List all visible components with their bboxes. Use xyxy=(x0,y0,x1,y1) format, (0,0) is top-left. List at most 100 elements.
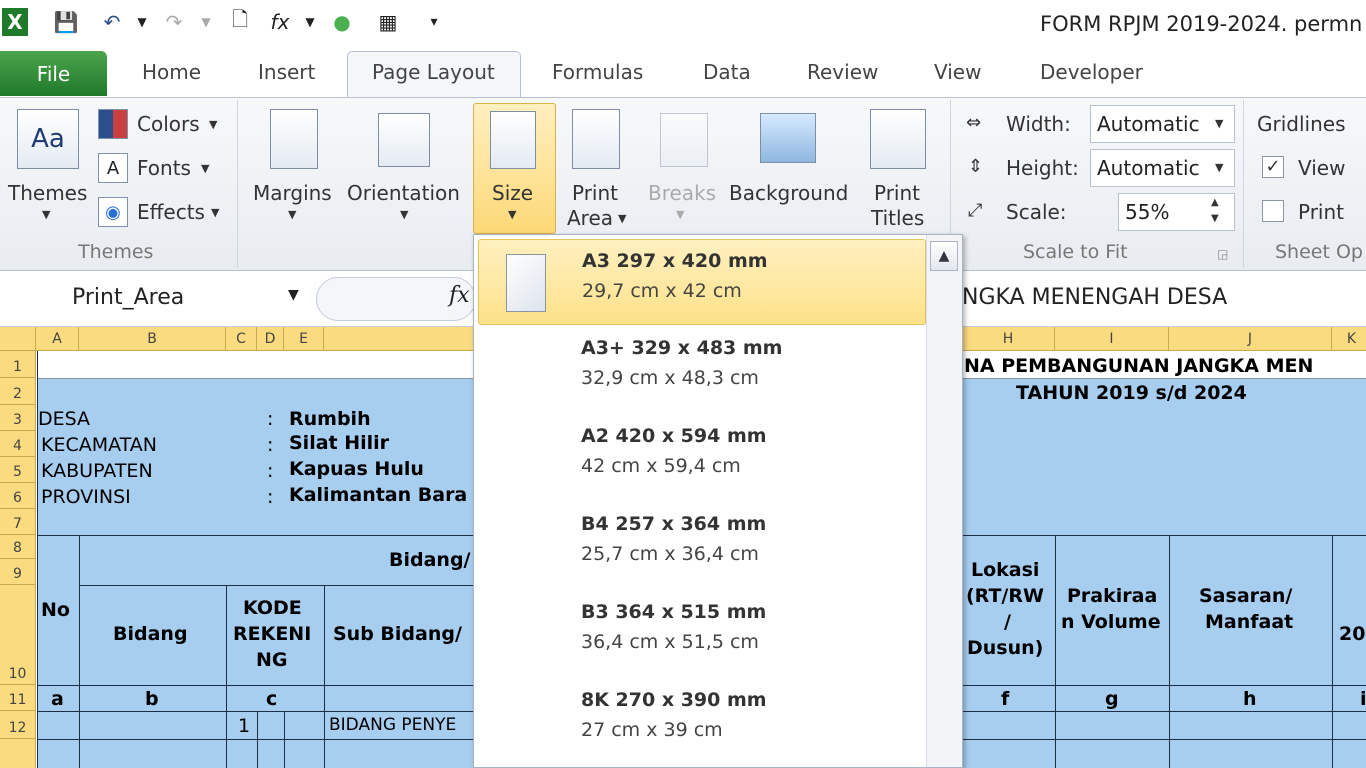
select-all-corner[interactable] xyxy=(0,327,36,351)
scale-up-icon[interactable]: ▲ xyxy=(1211,197,1219,208)
tab-file[interactable]: File xyxy=(0,51,107,96)
tab-developer[interactable]: Developer xyxy=(1040,60,1143,84)
dropdown-scrollbar[interactable]: ▲ xyxy=(926,235,962,767)
size-option-a2[interactable]: A2 420 x 594 mm 42 cm x 59,4 cm xyxy=(478,415,926,501)
height-dropdown-icon[interactable]: ▼ xyxy=(1215,161,1223,174)
row-header-4[interactable]: 4 xyxy=(0,431,36,457)
row-header-9[interactable]: 9 xyxy=(0,559,36,585)
tab-data[interactable]: Data xyxy=(703,60,751,84)
size-dropdown-icon[interactable]: ▼ xyxy=(508,208,516,221)
fonts-dropdown-icon[interactable]: ▼ xyxy=(201,162,209,175)
row-header-7[interactable]: 7 xyxy=(0,509,36,535)
width-select[interactable]: Automatic xyxy=(1090,105,1235,143)
name-box[interactable]: Print_Area xyxy=(0,277,312,321)
scroll-up-icon[interactable]: ▲ xyxy=(930,241,958,271)
customize-qat-icon[interactable]: ▾ xyxy=(420,8,448,36)
height-select[interactable]: Automatic xyxy=(1090,149,1235,187)
tab-home[interactable]: Home xyxy=(142,60,201,84)
formula-input[interactable]: NGKA MENENGAH DESA xyxy=(962,285,1227,310)
tab-view[interactable]: View xyxy=(934,60,981,84)
colors-icon[interactable] xyxy=(98,109,128,139)
size-option-a3plus[interactable]: A3+ 329 x 483 mm 32,9 cm x 48,3 cm xyxy=(478,327,926,413)
breaks-button[interactable]: Breaks xyxy=(648,181,716,205)
row-header-5[interactable]: 5 xyxy=(0,457,36,483)
margins-dropdown-icon[interactable]: ▼ xyxy=(288,208,296,221)
size-option-a3[interactable]: A3 297 x 420 mm 29,7 cm x 42 cm xyxy=(478,239,926,325)
insert-function-button[interactable]: fx xyxy=(449,283,470,308)
size-button[interactable]: Size xyxy=(492,181,533,205)
print-titles-label-2[interactable]: Titles xyxy=(871,206,924,230)
themes-icon[interactable]: Aa xyxy=(17,109,79,169)
gridlines-print-checkbox[interactable] xyxy=(1262,200,1284,222)
undo-icon[interactable]: ↶ xyxy=(98,8,126,36)
size-option-8k[interactable]: 8K 270 x 390 mm 27 cm x 39 cm xyxy=(478,679,926,765)
column-header-b[interactable]: B xyxy=(79,327,226,351)
grid-line xyxy=(284,711,285,768)
tab-insert[interactable]: Insert xyxy=(258,60,315,84)
row-header-10[interactable]: 10 xyxy=(0,585,36,685)
column-header-k[interactable]: K xyxy=(1332,327,1366,351)
row-header-8[interactable]: 8 xyxy=(0,535,36,559)
themes-dropdown-icon[interactable]: ▼ xyxy=(42,208,50,221)
save-icon[interactable]: 💾 xyxy=(52,8,80,36)
dialog-launcher-icon[interactable]: ◲ xyxy=(1217,247,1228,261)
background-button[interactable]: Background xyxy=(729,181,848,205)
record-circle-icon[interactable]: ● xyxy=(328,8,356,36)
print-area-label-2[interactable]: Area xyxy=(567,206,613,230)
print-titles-label-1[interactable]: Print xyxy=(874,181,920,205)
gridlines-view-checkbox[interactable]: ✓ xyxy=(1262,156,1284,178)
background-icon[interactable] xyxy=(760,113,816,163)
row-header-12[interactable]: 12 xyxy=(0,711,36,739)
row-header-2[interactable]: 2 xyxy=(0,378,36,405)
size-option-b4[interactable]: B4 257 x 364 mm 25,7 cm x 36,4 cm xyxy=(478,503,926,589)
undo-dropdown-icon[interactable]: ▼ xyxy=(128,8,156,36)
column-header-i[interactable]: I xyxy=(1055,327,1169,351)
effects-dropdown-icon[interactable]: ▼ xyxy=(211,206,219,219)
column-header-hidden[interactable] xyxy=(324,327,474,351)
width-dropdown-icon[interactable]: ▼ xyxy=(1215,117,1223,130)
row-header-11[interactable]: 11 xyxy=(0,685,36,711)
header-lokasi-2: (RT/RW xyxy=(966,585,1044,607)
print-area-icon[interactable] xyxy=(572,109,620,169)
orientation-icon[interactable] xyxy=(378,113,430,167)
name-box-dropdown-icon[interactable]: ▼ xyxy=(288,287,299,303)
print-area-dropdown-icon[interactable]: ▼ xyxy=(618,212,626,225)
scale-down-icon[interactable]: ▼ xyxy=(1211,213,1219,224)
themes-button[interactable]: Themes xyxy=(8,181,87,205)
orientation-button[interactable]: Orientation xyxy=(347,181,460,205)
redo-icon[interactable]: ↷ xyxy=(160,8,188,36)
new-document-icon[interactable]: 🗋 xyxy=(226,7,254,36)
size-icon[interactable] xyxy=(490,111,536,169)
table-grid-icon[interactable]: ▦ xyxy=(374,8,402,36)
row-header-3[interactable]: 3 xyxy=(0,405,36,431)
margins-icon[interactable] xyxy=(270,109,318,169)
insert-function-icon[interactable]: fx xyxy=(266,8,294,36)
column-header-h[interactable]: H xyxy=(962,327,1055,351)
tab-page-layout[interactable]: Page Layout xyxy=(372,60,495,84)
effects-icon[interactable]: ◉ xyxy=(98,197,128,227)
function-dropdown-icon[interactable]: ▼ xyxy=(296,8,324,36)
effects-button[interactable]: Effects xyxy=(137,200,205,224)
fonts-icon[interactable]: A xyxy=(98,153,128,183)
column-header-a[interactable]: A xyxy=(36,327,79,351)
breaks-dropdown-icon[interactable]: ▼ xyxy=(676,208,684,221)
row-header-1[interactable]: 1 xyxy=(0,351,36,378)
colors-button[interactable]: Colors xyxy=(137,112,200,136)
column-header-c[interactable]: C xyxy=(226,327,257,351)
row-header-13[interactable] xyxy=(0,739,36,768)
column-header-e[interactable]: E xyxy=(284,327,324,351)
fonts-button[interactable]: Fonts xyxy=(137,156,191,180)
size-option-b3[interactable]: B3 364 x 515 mm 36,4 cm x 51,5 cm xyxy=(478,591,926,677)
redo-dropdown-icon[interactable]: ▼ xyxy=(192,8,220,36)
print-titles-icon[interactable] xyxy=(870,109,926,169)
column-header-j[interactable]: J xyxy=(1169,327,1332,351)
tab-formulas[interactable]: Formulas xyxy=(552,60,643,84)
tab-review[interactable]: Review xyxy=(807,60,878,84)
colors-dropdown-icon[interactable]: ▼ xyxy=(209,118,217,131)
orientation-dropdown-icon[interactable]: ▼ xyxy=(400,208,408,221)
row-header-6[interactable]: 6 xyxy=(0,483,36,509)
margins-button[interactable]: Margins xyxy=(253,181,332,205)
breaks-icon[interactable] xyxy=(660,113,708,167)
column-header-d[interactable]: D xyxy=(257,327,284,351)
print-area-label-1[interactable]: Print xyxy=(572,181,618,205)
